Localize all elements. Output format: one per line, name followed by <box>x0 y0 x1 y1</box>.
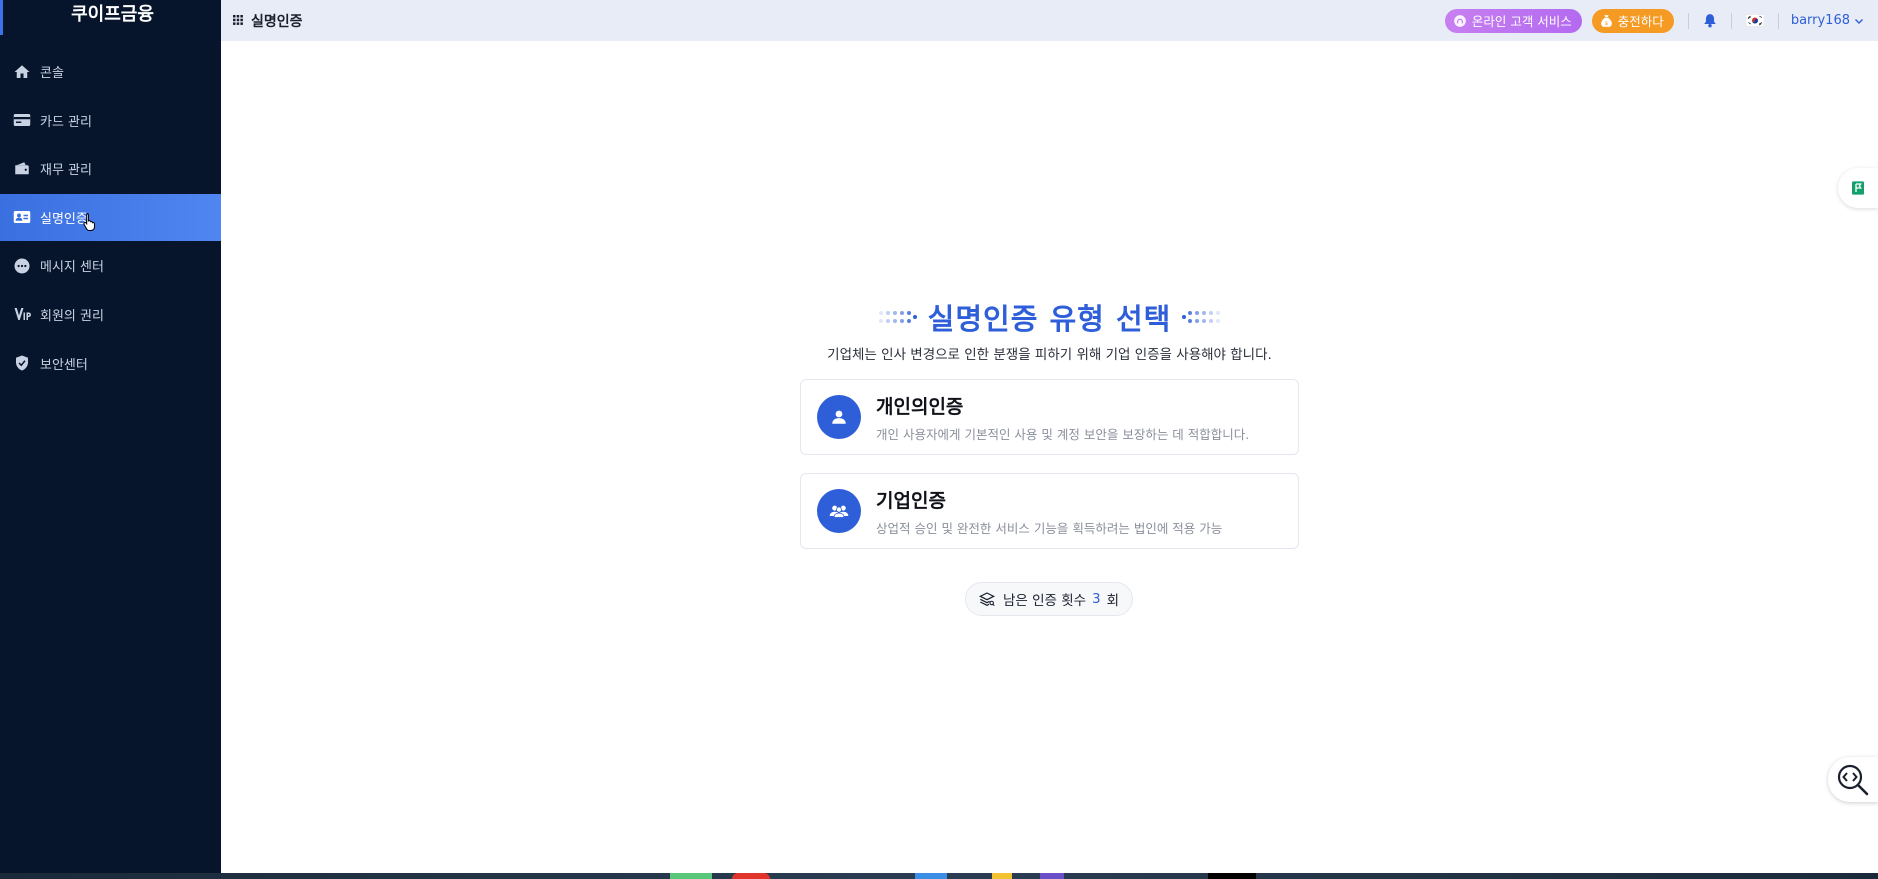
personal-auth-card[interactable]: 개인의인증 개인 사용자에게 기본적인 사용 및 계정 보안을 보장하는 데 적… <box>800 379 1299 455</box>
brand-logo[interactable]: 쿠이프금융 <box>0 0 221 30</box>
decorative-dots-left-icon <box>878 309 918 325</box>
taskbar-app-icon[interactable] <box>1208 873 1256 879</box>
person-icon <box>817 395 861 439</box>
charge-button[interactable]: $ 충전하다 <box>1591 8 1674 33</box>
username: barry168 <box>1790 13 1850 28</box>
shield-icon <box>12 353 32 373</box>
sidebar-item-label: 카드 관리 <box>40 114 92 130</box>
sidebar-item-label: 메시지 센터 <box>40 260 104 276</box>
wallet-icon <box>12 159 32 179</box>
divider <box>1730 12 1732 29</box>
sidebar-item-label: 보안센터 <box>40 357 88 373</box>
pointer-cursor-icon <box>82 212 98 236</box>
sidebar-item-security-center[interactable]: 보안센터 <box>0 340 221 387</box>
heading-title: 실명인증 유형 선택 <box>927 302 1172 336</box>
card-title: 개인의인증 <box>876 395 964 418</box>
notification-bell-icon[interactable] <box>1703 13 1717 28</box>
svg-text:$: $ <box>1605 20 1608 26</box>
online-customer-service-button[interactable]: 온라인 고객 서비스 <box>1444 8 1582 33</box>
card-text: 기업인증 상업적 승인 및 완전한 서비스 기능을 획득하려는 법인에 적용 가… <box>876 486 1222 537</box>
user-menu[interactable]: barry168 <box>1791 13 1864 28</box>
heading-subtitle: 기업체는 인사 변경으로 인한 분쟁을 피하기 위해 기업 인증을 사용해야 합… <box>827 347 1272 363</box>
chat-icon <box>12 256 32 276</box>
sidebar: 쿠이프금융 콘솔 카드 관리 재무 관리 실명인증 메시지 센터 회원의 권리 … <box>0 0 221 873</box>
card-description: 상업적 승인 및 완전한 서비스 기능을 획득하려는 법인에 적용 가능 <box>876 520 1223 536</box>
section-heading: 실명인증 유형 선택 <box>221 296 1878 338</box>
sidebar-item-card-management[interactable]: 카드 관리 <box>0 97 221 144</box>
card-title: 기업인증 <box>876 489 946 512</box>
remaining-auth-count: 남은 인증 횟수 3 회 <box>965 582 1133 616</box>
headset-icon <box>1454 14 1466 27</box>
divider <box>1687 12 1689 29</box>
page-title: 실명인증 <box>221 11 303 31</box>
business-auth-card[interactable]: 기업인증 상업적 승인 및 완전한 서비스 기능을 획득하려는 법인에 적용 가… <box>800 473 1299 549</box>
card-icon <box>12 110 32 130</box>
bookmark-widget[interactable] <box>1838 168 1878 208</box>
code-search-icon <box>1837 764 1869 795</box>
card-description: 개인 사용자에게 기본적인 사용 및 계정 보안을 보장하는 데 적합합니다. <box>876 426 1250 442</box>
sidebar-item-label: 실명인증 <box>40 211 88 227</box>
chevron-down-icon <box>1855 18 1863 24</box>
decorative-dots-right-icon <box>1181 309 1221 325</box>
layers-search-icon <box>978 592 995 607</box>
taskbar-app-icon[interactable] <box>992 873 1012 879</box>
sidebar-item-console[interactable]: 콘솔 <box>0 48 221 95</box>
sidebar-nav: 콘솔 카드 관리 재무 관리 실명인증 메시지 센터 회원의 권리 보안센터 <box>0 48 221 387</box>
sidebar-item-message-center[interactable]: 메시지 센터 <box>0 242 221 289</box>
code-search-widget[interactable] <box>1828 757 1878 802</box>
money-bag-icon: $ <box>1600 14 1612 27</box>
sidebar-item-finance-management[interactable]: 재무 관리 <box>0 145 221 192</box>
top-bar-actions: 온라인 고객 서비스 $ 충전하다 barry168 <box>1444 0 1878 41</box>
taskbar-app-icon[interactable] <box>1040 873 1064 879</box>
sidebar-item-label: 재무 관리 <box>40 163 92 179</box>
sidebar-item-label: 회원의 권리 <box>40 308 104 324</box>
sidebar-item-member-rights[interactable]: 회원의 권리 <box>0 291 221 338</box>
grid-menu-icon[interactable] <box>233 13 243 29</box>
remaining-unit: 회 <box>1106 593 1120 609</box>
remaining-count: 3 <box>1092 591 1101 607</box>
korea-flag-icon[interactable] <box>1745 14 1764 27</box>
customer-service-label: 온라인 고객 서비스 <box>1471 14 1572 29</box>
taskbar-app-icon[interactable] <box>670 873 712 879</box>
home-icon <box>12 62 32 82</box>
remaining-label: 남은 인증 횟수 <box>1002 593 1087 609</box>
main-content: 실명인증 유형 선택 기업체는 인사 변경으로 인한 분쟁을 피하기 위해 기업… <box>221 41 1878 873</box>
divider <box>1777 12 1779 29</box>
id-card-icon <box>12 207 32 227</box>
bookmark-flag-icon <box>1852 181 1864 195</box>
group-icon <box>817 489 861 533</box>
taskbar-app-icon[interactable] <box>732 873 770 879</box>
top-bar: 실명인증 온라인 고객 서비스 $ 충전하다 barry168 <box>221 0 1878 41</box>
sidebar-item-label: 콘솔 <box>40 66 64 81</box>
charge-label: 충전하다 <box>1617 14 1664 29</box>
page-title-text: 실명인증 <box>251 13 303 30</box>
taskbar-app-icon[interactable] <box>915 873 947 879</box>
sidebar-item-real-name-auth[interactable]: 실명인증 <box>0 193 221 241</box>
vip-icon <box>12 304 32 324</box>
card-text: 개인의인증 개인 사용자에게 기본적인 사용 및 계정 보안을 보장하는 데 적… <box>876 392 1249 443</box>
